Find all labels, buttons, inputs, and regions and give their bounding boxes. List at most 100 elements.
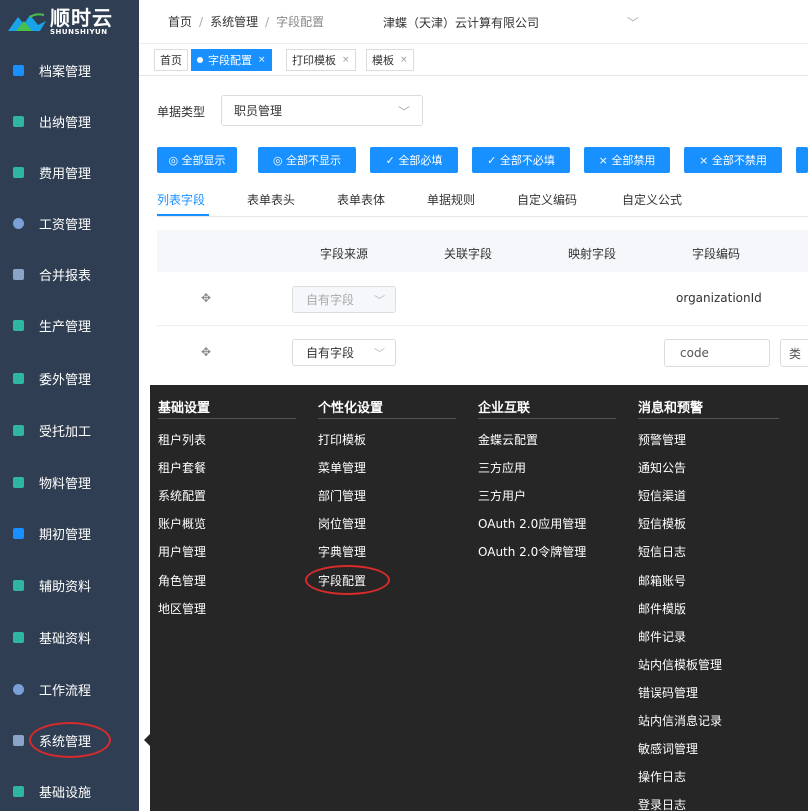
- subtab-form-header[interactable]: 表单表头: [247, 191, 295, 208]
- menu-item-third-party-app[interactable]: 三方应用: [478, 459, 526, 476]
- menu-item-dict-manage[interactable]: 字典管理: [318, 543, 366, 560]
- menu-item-operation-log[interactable]: 操作日志: [638, 768, 686, 785]
- sidebar-item-payroll[interactable]: 工资管理: [0, 203, 139, 243]
- menu-item-user-manage[interactable]: 用户管理: [158, 543, 206, 560]
- sidebar-item-infrastructure[interactable]: 基础设施: [0, 771, 139, 811]
- subtab-custom-formula[interactable]: 自定义公式: [622, 191, 682, 208]
- sidebar-item-archive[interactable]: 档案管理: [0, 50, 139, 90]
- menu-item-tenant-list[interactable]: 租户列表: [158, 431, 206, 448]
- menu-item-account-overview[interactable]: 账户概览: [158, 515, 206, 532]
- active-dot-icon: [197, 57, 203, 63]
- enable-all-button[interactable]: × 全部不禁用: [684, 147, 782, 173]
- tab-home[interactable]: 首页: [154, 49, 188, 71]
- system-menu-panel: [150, 385, 808, 811]
- menu-item-error-code[interactable]: 错误码管理: [638, 684, 698, 701]
- menu-item-tenant-package[interactable]: 租户套餐: [158, 459, 206, 476]
- tab-label: 打印模板: [292, 54, 336, 67]
- hide-all-button[interactable]: ◎ 全部不显示: [258, 147, 356, 173]
- divider: [638, 418, 779, 419]
- subtab-custom-code[interactable]: 自定义编码: [517, 191, 577, 208]
- breadcrumb-system[interactable]: 系统管理: [210, 13, 258, 30]
- close-icon[interactable]: ×: [342, 55, 350, 65]
- chevron-down-icon: ﹀: [397, 105, 410, 119]
- close-icon[interactable]: ×: [258, 55, 266, 65]
- menu-item-alert-manage[interactable]: 预警管理: [638, 431, 686, 448]
- field-source-value: 自有字段: [306, 346, 355, 360]
- sidebar-item-expense[interactable]: 费用管理: [0, 152, 139, 192]
- eye-icon: ◎: [168, 153, 179, 167]
- menu-item-notice[interactable]: 通知公告: [638, 459, 686, 476]
- sidebar-item-label: 生产管理: [39, 319, 92, 335]
- sidebar-item-label: 工资管理: [39, 217, 92, 233]
- menu-item-oauth-token[interactable]: OAuth 2.0令牌管理: [478, 543, 586, 560]
- sidebar-item-consigned[interactable]: 受托加工: [0, 410, 139, 450]
- field-code-input[interactable]: code: [664, 339, 770, 367]
- sidebar-item-workflow[interactable]: 工作流程: [0, 669, 139, 709]
- sidebar-item-production[interactable]: 生产管理: [0, 305, 139, 345]
- breadcrumb-home[interactable]: 首页: [168, 13, 192, 30]
- all-not-required-button[interactable]: ✓ 全部不必填: [472, 147, 570, 173]
- company-select[interactable]: 津蝶（天津）云计算有限公司 ﹀: [383, 8, 649, 36]
- drag-handle-icon[interactable]: ✥: [201, 291, 211, 305]
- menu-item-oauth-app[interactable]: OAuth 2.0应用管理: [478, 515, 586, 532]
- menu-item-mail-template[interactable]: 邮件模版: [638, 600, 686, 617]
- sidebar-item-auxiliary[interactable]: 辅助资料: [0, 565, 139, 605]
- menu-item-system-config[interactable]: 系统配置: [158, 487, 206, 504]
- subtab-list-fields[interactable]: 列表字段: [157, 191, 205, 208]
- breadcrumb: 首页 / 系统管理 / 字段配置: [168, 13, 324, 30]
- menu-item-region-manage[interactable]: 地区管理: [158, 600, 206, 617]
- menu-item-login-log[interactable]: 登录日志: [638, 796, 686, 811]
- sidebar-item-label: 委外管理: [39, 372, 92, 388]
- menu-item-sensitive-word[interactable]: 敏感词管理: [638, 740, 698, 757]
- menu-item-dept-manage[interactable]: 部门管理: [318, 487, 366, 504]
- brand-logo[interactable]: 顺时云 SHUNSHIYUN: [0, 0, 139, 44]
- close-icon[interactable]: ×: [400, 55, 408, 65]
- divider: [157, 216, 808, 217]
- sidebar-item-material[interactable]: 物料管理: [0, 462, 139, 502]
- menu-item-site-msg-template[interactable]: 站内信模板管理: [638, 656, 722, 673]
- tab-label: 模板: [372, 54, 394, 67]
- menu-column-title: 个性化设置: [318, 401, 384, 416]
- more-button[interactable]: [796, 147, 808, 173]
- field-source-select: 自有字段 ﹀: [292, 286, 396, 313]
- sidebar-item-label: 合并报表: [39, 268, 92, 284]
- menu-item-menu-manage[interactable]: 菜单管理: [318, 459, 366, 476]
- menu-item-mail-log[interactable]: 邮件记录: [638, 628, 686, 645]
- menu-item-sms-log[interactable]: 短信日志: [638, 543, 686, 560]
- show-all-button[interactable]: ◎ 全部显示: [157, 147, 237, 173]
- highlight-circle: [305, 565, 390, 595]
- menu-item-kingdee-config[interactable]: 金蝶云配置: [478, 431, 538, 448]
- doc-type-select[interactable]: 职员管理 ﹀: [221, 95, 423, 126]
- column-header-source: 字段来源: [320, 247, 369, 261]
- report-icon: [13, 268, 24, 280]
- material-icon: [13, 476, 24, 488]
- menu-item-third-party-user[interactable]: 三方用户: [478, 487, 526, 504]
- field-type-input[interactable]: 类: [780, 339, 808, 367]
- sidebar-item-consolidated[interactable]: 合并报表: [0, 254, 139, 294]
- menu-item-sms-template[interactable]: 短信模板: [638, 515, 686, 532]
- sidebar-item-basic-data[interactable]: 基础资料: [0, 617, 139, 657]
- field-source-select[interactable]: 自有字段 ﹀: [292, 339, 396, 366]
- subtab-form-body[interactable]: 表单表体: [337, 191, 385, 208]
- tab-field-config[interactable]: 字段配置 ×: [191, 49, 272, 71]
- tab-print-template[interactable]: 打印模板 ×: [286, 49, 356, 71]
- sidebar-item-label: 出纳管理: [39, 115, 92, 131]
- logo-icon: [8, 13, 46, 31]
- subtab-doc-rules[interactable]: 单据规则: [427, 191, 475, 208]
- breadcrumb-separator: /: [199, 14, 204, 29]
- menu-item-post-manage[interactable]: 岗位管理: [318, 515, 366, 532]
- all-required-button[interactable]: ✓ 全部必填: [370, 147, 458, 173]
- sidebar-item-outsourcing[interactable]: 委外管理: [0, 358, 139, 398]
- sidebar-item-opening[interactable]: 期初管理: [0, 513, 139, 553]
- menu-item-site-msg-log[interactable]: 站内信消息记录: [638, 712, 722, 729]
- sidebar-item-label: 基础资料: [39, 631, 92, 647]
- tab-template[interactable]: 模板 ×: [366, 49, 414, 71]
- menu-item-sms-channel[interactable]: 短信渠道: [638, 487, 686, 504]
- disable-all-button[interactable]: × 全部禁用: [584, 147, 670, 173]
- drag-handle-icon[interactable]: ✥: [201, 345, 211, 359]
- menu-item-mail-account[interactable]: 邮箱账号: [638, 572, 686, 589]
- menu-item-print-template[interactable]: 打印模板: [318, 431, 366, 448]
- menu-item-role-manage[interactable]: 角色管理: [158, 572, 206, 589]
- eye-off-icon: ◎: [272, 153, 283, 167]
- sidebar-item-cashier[interactable]: 出纳管理: [0, 101, 139, 141]
